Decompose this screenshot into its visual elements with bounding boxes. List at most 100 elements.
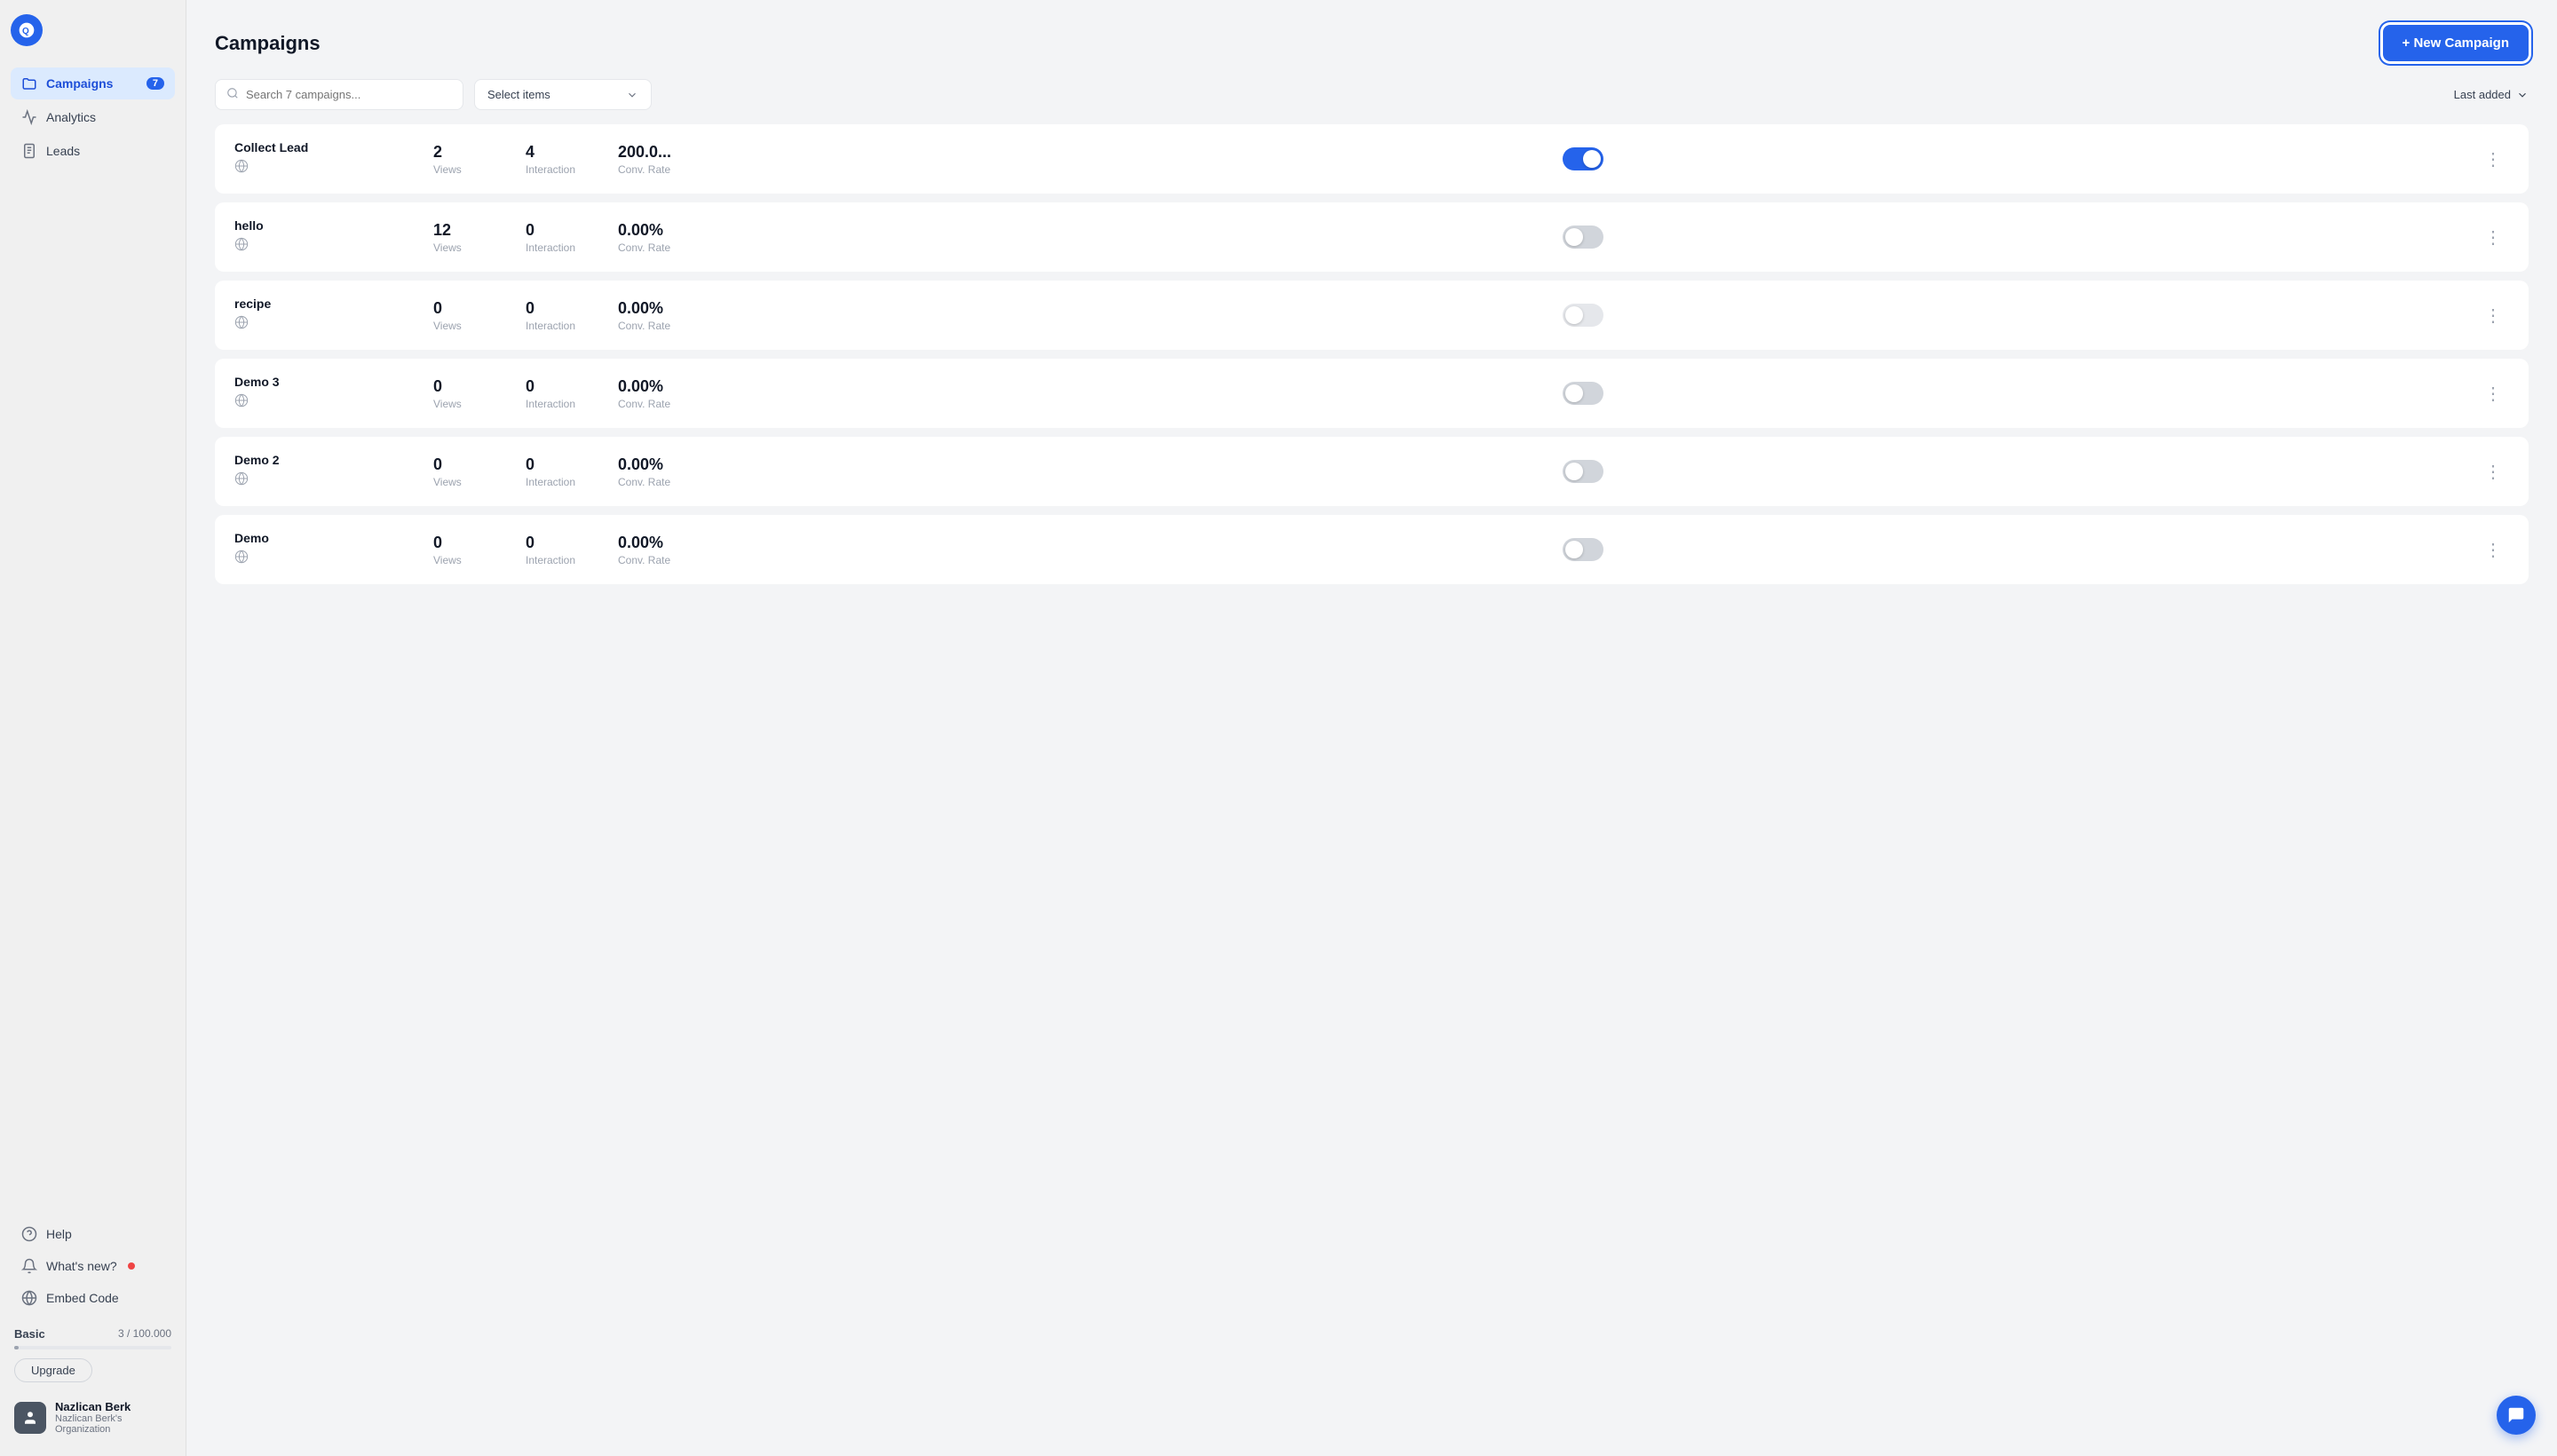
campaign-toggle[interactable]	[1563, 304, 1603, 327]
interaction-col: 0 Interaction	[526, 534, 597, 566]
toggle-track[interactable]	[1563, 226, 1603, 249]
help-label: Help	[46, 1227, 72, 1241]
conv-rate-col: 0.00% Conv. Rate	[618, 455, 689, 488]
toggle-track[interactable]	[1563, 304, 1603, 327]
conv-rate-label: Conv. Rate	[618, 163, 670, 176]
campaign-row: Demo 2 0 Views 0 Interaction 0.00%	[215, 437, 2529, 506]
embed-code-label: Embed Code	[46, 1291, 119, 1305]
campaign-row: recipe 0 Views 0 Interaction 0.00%	[215, 281, 2529, 350]
globe-icon	[234, 396, 249, 411]
toggle-thumb	[1565, 228, 1583, 246]
interaction-value: 0	[526, 455, 534, 474]
interaction-label: Interaction	[526, 398, 575, 410]
campaign-more-button[interactable]: ⋮	[2477, 379, 2509, 408]
campaign-toggle[interactable]	[1563, 226, 1603, 249]
interaction-label: Interaction	[526, 163, 575, 176]
app-logo[interactable]: Q	[11, 14, 43, 46]
views-value: 2	[433, 143, 442, 162]
conv-rate-label: Conv. Rate	[618, 476, 670, 488]
conv-rate-value: 0.00%	[618, 455, 663, 474]
sidebar-item-campaigns-label: Campaigns	[46, 76, 113, 91]
sidebar-item-analytics-label: Analytics	[46, 110, 96, 124]
user-avatar	[14, 1402, 46, 1434]
campaign-row: Collect Lead 2 Views 4 Interaction 200.	[215, 124, 2529, 194]
notification-dot	[128, 1262, 135, 1270]
conv-rate-col: 0.00% Conv. Rate	[618, 534, 689, 566]
upgrade-button[interactable]: Upgrade	[14, 1358, 92, 1382]
search-input[interactable]	[246, 88, 452, 101]
interaction-col: 4 Interaction	[526, 143, 597, 176]
conv-rate-col: 0.00% Conv. Rate	[618, 377, 689, 410]
campaign-more-button[interactable]: ⋮	[2477, 535, 2509, 565]
conv-rate-value: 0.00%	[618, 299, 663, 318]
campaigns-list: Collect Lead 2 Views 4 Interaction 200.	[186, 124, 2557, 1456]
sidebar-bottom-nav: Help What's new? Embed Code	[11, 1219, 175, 1442]
campaign-toggle[interactable]	[1563, 382, 1603, 405]
globe-icon	[234, 552, 249, 567]
toggle-track[interactable]	[1563, 382, 1603, 405]
plan-progress-bar	[14, 1346, 171, 1349]
toggle-track[interactable]	[1563, 460, 1603, 483]
campaign-toggle[interactable]	[1563, 460, 1603, 483]
sort-button[interactable]: Last added	[2454, 88, 2529, 101]
page-header: Campaigns + New Campaign	[186, 0, 2557, 79]
plan-section: Basic 3 / 100.000 Upgrade	[11, 1327, 175, 1382]
toggle-thumb	[1565, 463, 1583, 480]
campaign-toggle[interactable]	[1563, 538, 1603, 561]
sidebar-item-campaigns[interactable]: Campaigns 7	[11, 67, 175, 99]
views-label: Views	[433, 241, 462, 254]
sidebar-item-whats-new[interactable]: What's new?	[11, 1251, 175, 1281]
sidebar-item-help[interactable]: Help	[11, 1219, 175, 1249]
conv-rate-col: 200.0... Conv. Rate	[618, 143, 689, 176]
campaign-name-col: Collect Lead	[234, 140, 412, 178]
views-col: 0 Views	[433, 377, 504, 410]
campaigns-badge: 7	[146, 77, 164, 90]
interaction-value: 4	[526, 143, 534, 162]
plan-progress-fill	[14, 1346, 19, 1349]
campaign-name: Demo	[234, 531, 412, 545]
plan-label: Basic	[14, 1327, 45, 1341]
select-items-label: Select items	[487, 88, 550, 101]
sidebar-item-embed-code[interactable]: Embed Code	[11, 1283, 175, 1313]
views-col: 2 Views	[433, 143, 504, 176]
sidebar-item-leads[interactable]: Leads	[11, 135, 175, 167]
new-campaign-button[interactable]: + New Campaign	[2383, 25, 2529, 61]
views-label: Views	[433, 554, 462, 566]
sort-chevron-icon	[2516, 89, 2529, 101]
sidebar-item-analytics[interactable]: Analytics	[11, 101, 175, 133]
user-name: Nazlican Berk	[55, 1400, 171, 1413]
interaction-col: 0 Interaction	[526, 221, 597, 254]
toggle-track[interactable]	[1563, 147, 1603, 170]
chat-bubble[interactable]	[2497, 1396, 2536, 1435]
toggle-track[interactable]	[1563, 538, 1603, 561]
interaction-col: 0 Interaction	[526, 377, 597, 410]
conv-rate-value: 0.00%	[618, 221, 663, 240]
campaign-more-button[interactable]: ⋮	[2477, 145, 2509, 174]
views-label: Views	[433, 163, 462, 176]
campaign-toggle[interactable]	[1563, 147, 1603, 170]
campaign-name-col: hello	[234, 218, 412, 256]
user-info: Nazlican Berk Nazlican Berk's Organizati…	[55, 1400, 171, 1435]
campaign-name: recipe	[234, 297, 412, 311]
views-value: 12	[433, 221, 451, 240]
interaction-value: 0	[526, 221, 534, 240]
toolbar: Select items Last added	[186, 79, 2557, 124]
campaign-row: Demo 0 Views 0 Interaction 0.00%	[215, 515, 2529, 584]
plan-usage: 3 / 100.000	[118, 1327, 171, 1341]
select-items-dropdown[interactable]: Select items	[474, 79, 652, 110]
search-icon	[226, 87, 239, 102]
campaign-more-button[interactable]: ⋮	[2477, 223, 2509, 252]
campaign-name: hello	[234, 218, 412, 233]
campaign-more-button[interactable]: ⋮	[2477, 457, 2509, 487]
sort-label: Last added	[2454, 88, 2511, 101]
views-value: 0	[433, 299, 442, 318]
campaign-more-button[interactable]: ⋮	[2477, 301, 2509, 330]
toggle-thumb	[1583, 150, 1601, 168]
interaction-label: Interaction	[526, 554, 575, 566]
campaign-row: hello 12 Views 0 Interaction 0.00%	[215, 202, 2529, 272]
campaign-name-col: Demo 2	[234, 453, 412, 490]
sidebar-item-leads-label: Leads	[46, 144, 80, 158]
user-section: Nazlican Berk Nazlican Berk's Organizati…	[11, 1393, 175, 1442]
views-value: 0	[433, 455, 442, 474]
campaign-name: Collect Lead	[234, 140, 412, 154]
